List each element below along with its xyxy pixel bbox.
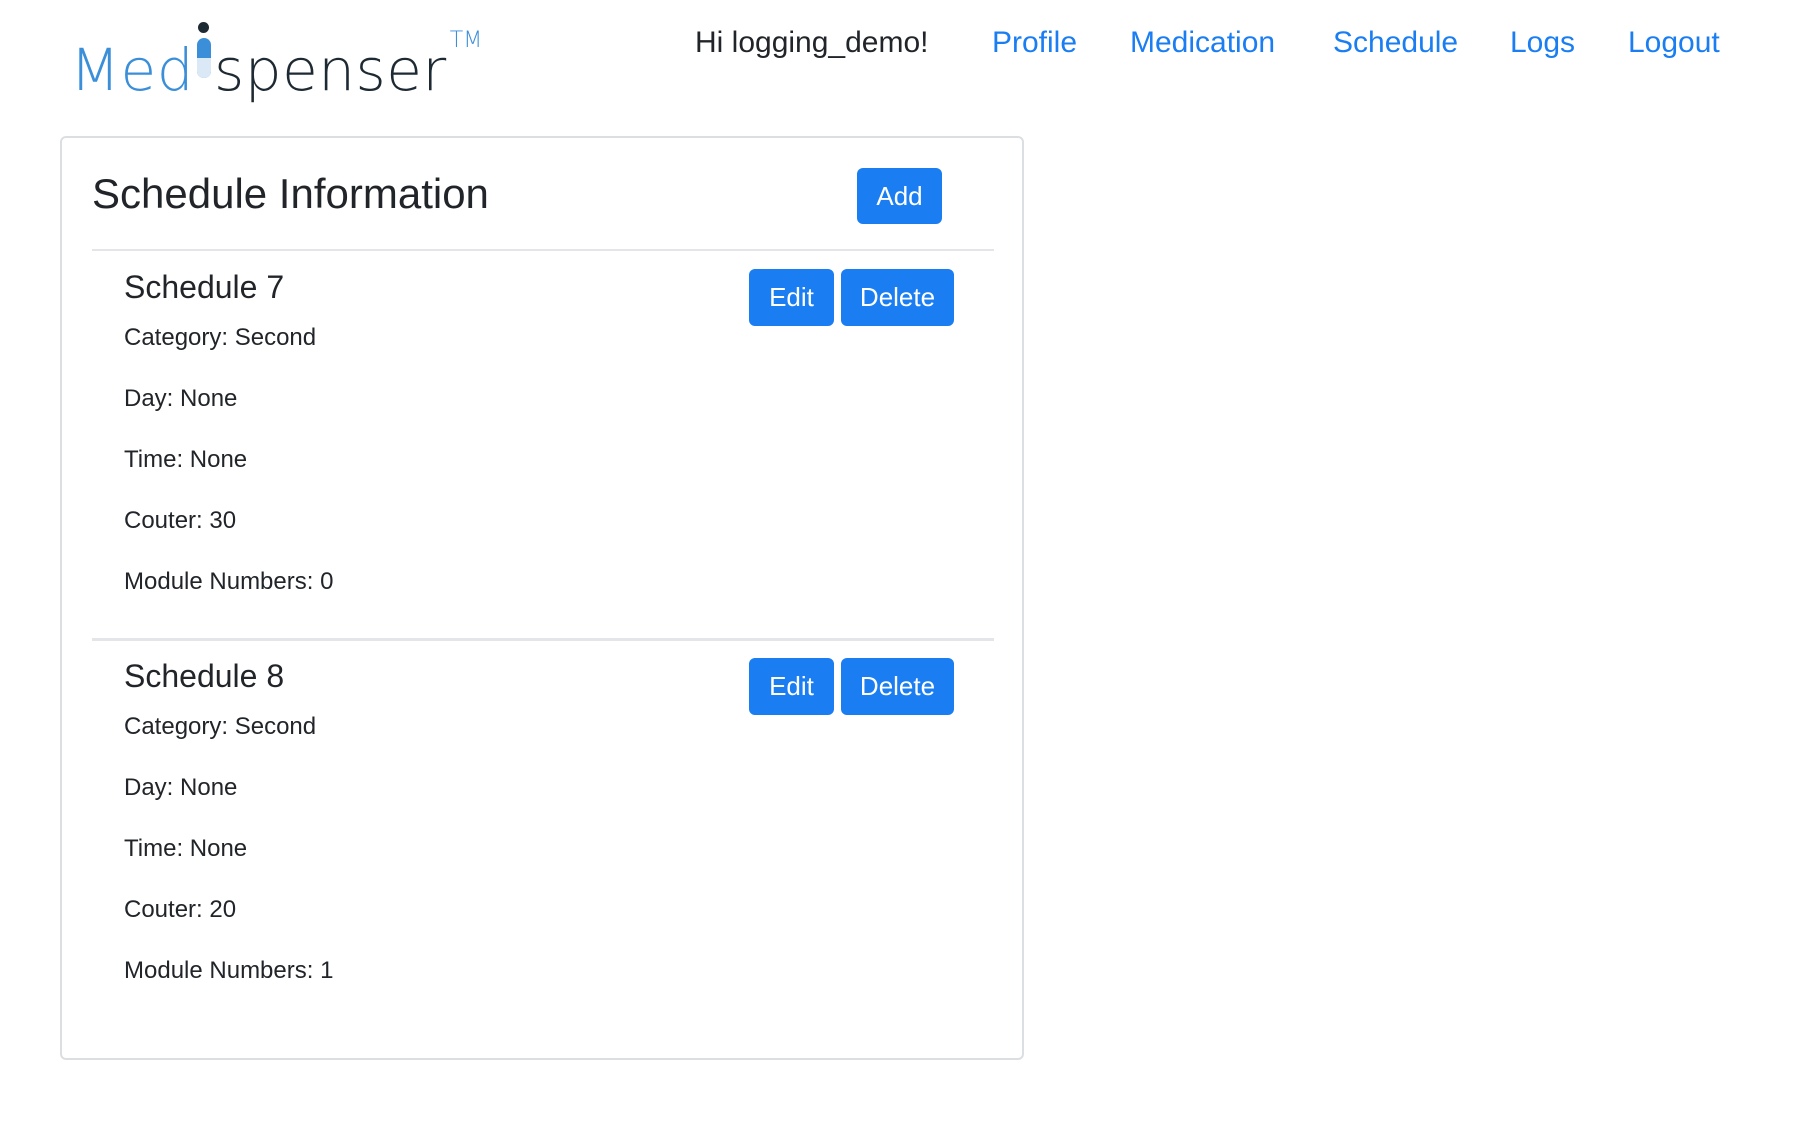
delete-schedule-button[interactable]: Delete — [841, 269, 954, 326]
schedule-couter: Couter: 30 — [124, 507, 237, 534]
nav-link-schedule[interactable]: Schedule — [1333, 26, 1458, 60]
schedule-category: Category: Second — [124, 324, 317, 351]
delete-schedule-button[interactable]: Delete — [841, 658, 954, 715]
add-schedule-button[interactable]: Add — [857, 168, 942, 224]
edit-schedule-button[interactable]: Edit — [749, 658, 834, 715]
nav-link-logout[interactable]: Logout — [1628, 26, 1720, 60]
edit-schedule-button[interactable]: Edit — [749, 269, 834, 326]
schedule-module-numbers: Module Numbers: 1 — [124, 957, 334, 984]
nav-link-profile[interactable]: Profile — [992, 26, 1077, 60]
schedule-title: Schedule 8 — [124, 658, 285, 694]
schedule-day: Day: None — [124, 385, 238, 412]
user-greeting: Hi logging_demo! — [695, 26, 929, 59]
schedule-couter: Couter: 20 — [124, 896, 237, 923]
schedule-title: Schedule 7 — [124, 269, 285, 305]
schedule-item: Schedule 7 Edit Delete Category: Second … — [124, 269, 964, 629]
schedule-time: Time: None — [124, 835, 248, 862]
nav-link-logs[interactable]: Logs — [1510, 26, 1575, 60]
divider — [92, 249, 994, 251]
top-nav: Hi logging_demo! Profile Medication Sche… — [0, 22, 1800, 72]
schedule-information-card: Schedule Information Add Schedule 7 Edit… — [60, 136, 1024, 1060]
schedule-item: Schedule 8 Edit Delete Category: Second … — [124, 658, 964, 1018]
nav-link-medication[interactable]: Medication — [1130, 26, 1275, 60]
page-title: Schedule Information — [92, 170, 489, 217]
schedule-day: Day: None — [124, 774, 238, 801]
header: Med spenser TM Hi logging_demo! Profile … — [0, 0, 1800, 104]
schedule-category: Category: Second — [124, 713, 317, 740]
schedule-module-numbers: Module Numbers: 0 — [124, 568, 334, 595]
schedule-time: Time: None — [124, 446, 248, 473]
divider — [92, 638, 994, 641]
